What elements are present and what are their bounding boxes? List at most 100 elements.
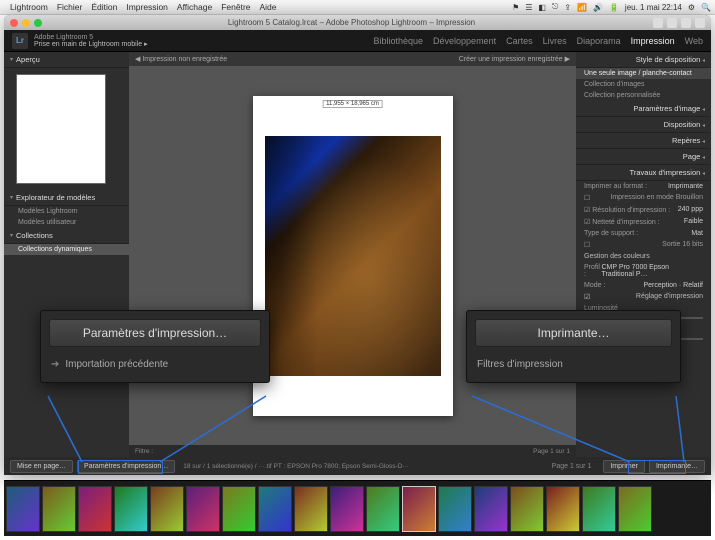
printer-button[interactable]: Imprimante… [649, 460, 705, 473]
media-row[interactable]: Type de support :Mat [576, 228, 711, 239]
module-picker: Bibliothèque Développement Cartes Livres… [373, 36, 703, 46]
filmstrip-thumb[interactable] [150, 486, 184, 532]
menu-aide[interactable]: Aide [260, 2, 277, 12]
draft-mode-check[interactable]: ☐Impression en mode Brouillon [576, 192, 711, 204]
tool-icon[interactable] [653, 18, 663, 28]
filmstrip-thumb[interactable] [186, 486, 220, 532]
rp-section[interactable]: Repères [576, 133, 711, 149]
clock[interactable]: jeu. 1 mai 22:14 [625, 3, 682, 12]
filmstrip-thumb[interactable] [618, 486, 652, 532]
center-info-bar: Filtre : Page 1 sur 1 [129, 445, 576, 457]
tool-icon[interactable] [667, 18, 677, 28]
bits-row[interactable]: ☐Sortie 16 bits [576, 239, 711, 251]
module-diaporama[interactable]: Diaporama [577, 36, 621, 46]
layout-opt[interactable]: Collection personnalisée [576, 90, 711, 101]
filmstrip-thumb[interactable] [42, 486, 76, 532]
module-bibliotheque[interactable]: Bibliothèque [373, 36, 423, 46]
menu-edition[interactable]: Édition [91, 2, 117, 12]
filmstrip-thumb[interactable] [258, 486, 292, 532]
callout-print-filters[interactable]: Filtres d'impression [475, 355, 672, 374]
create-saved-print[interactable]: Créer une impression enregistrée [459, 55, 570, 63]
filmstrip-thumb[interactable] [366, 486, 400, 532]
print-photo-cell[interactable] [265, 136, 441, 376]
lr-subtitle[interactable]: Prise en main de Lightroom mobile ▸ [34, 41, 373, 48]
callout-prev-import[interactable]: ➔ Importation précédente [49, 355, 261, 374]
tool-icon[interactable] [681, 18, 691, 28]
status-icon[interactable]: ⎋ [552, 2, 558, 12]
volume-icon[interactable]: 🔊 [593, 3, 603, 12]
layout-opt[interactable]: Une seule image / planche-contact [576, 68, 711, 79]
color-mgmt-head: Gestion des couleurs [576, 251, 711, 262]
filmstrip-thumb[interactable] [330, 486, 364, 532]
print-page[interactable]: 11,955 × 18,965 cm [253, 96, 453, 416]
profile-row[interactable]: Profil :CMP Pro 7000 Epson Traditional P… [576, 262, 711, 280]
filmstrip-thumb[interactable] [6, 486, 40, 532]
layout-opt[interactable]: Collection d'images [576, 79, 711, 90]
user-icon[interactable]: ⚙ [688, 3, 695, 12]
menu-fenetre[interactable]: Fenêtre [221, 2, 250, 12]
tool-icon[interactable] [695, 18, 705, 28]
status-icon[interactable]: ⇪ [564, 3, 571, 12]
filmstrip-thumb[interactable] [294, 486, 328, 532]
page-setup-button[interactable]: Mise en page… [10, 460, 73, 473]
templates-panel-head[interactable]: Explorateur de modèles [4, 190, 129, 206]
center-area: Impression non enregistrée Créer une imp… [129, 52, 576, 457]
wifi-icon[interactable]: 📶 [577, 3, 587, 12]
unsaved-print-label[interactable]: Impression non enregistrée [135, 55, 227, 63]
collections-panel-head[interactable]: Collections [4, 228, 129, 244]
filmstrip[interactable] [4, 480, 711, 536]
page-indicator: Page 1 sur 1 [533, 448, 570, 455]
footer-info: 18 sur / 1 sélectionné(e) / ···.tif PT :… [179, 463, 547, 470]
print-canvas[interactable]: 11,955 × 18,965 cm [129, 66, 576, 445]
module-web[interactable]: Web [685, 36, 703, 46]
sharpen-row[interactable]: ☑ Netteté d'impression :Faible [576, 216, 711, 228]
battery-icon[interactable]: 🔋 [609, 3, 619, 12]
rp-section[interactable]: Travaux d'impression [576, 165, 711, 181]
zoom-window-button[interactable] [34, 19, 42, 27]
preview-panel-head[interactable]: Aperçu [4, 52, 129, 68]
intent-row[interactable]: Mode :Perception · Relatif [576, 280, 711, 291]
module-developpement[interactable]: Développement [433, 36, 496, 46]
filmstrip-thumb[interactable] [510, 486, 544, 532]
print-settings-button[interactable]: Paramètres d'impression… [77, 460, 175, 473]
footer-page-indicator: Page 1 sur 1 [552, 463, 592, 470]
menu-impression[interactable]: Impression [126, 2, 168, 12]
module-cartes[interactable]: Cartes [506, 36, 533, 46]
status-icon[interactable]: ⚑ [512, 3, 519, 12]
filmstrip-thumb[interactable] [402, 486, 436, 532]
layout-style-head[interactable]: Style de disposition [576, 52, 711, 68]
print-adjust-head[interactable]: ☑Réglage d'impression [576, 291, 711, 303]
print-one-button[interactable]: Imprimer [603, 460, 645, 473]
rp-section[interactable]: Disposition [576, 117, 711, 133]
filmstrip-thumb[interactable] [222, 486, 256, 532]
menu-fichier[interactable]: Fichier [57, 2, 83, 12]
template-folder[interactable]: Modèles utilisateur [4, 217, 129, 228]
collection-item[interactable]: Collections dynamiques [4, 244, 129, 255]
status-icon[interactable]: ☰ [525, 3, 532, 12]
print-to-row[interactable]: Imprimer au format :Imprimante [576, 181, 711, 192]
filmstrip-thumb[interactable] [546, 486, 580, 532]
lr-logo-icon: Lr [12, 33, 28, 49]
minimize-window-button[interactable] [22, 19, 30, 27]
spotlight-icon[interactable]: 🔍 [701, 3, 711, 12]
status-icon[interactable]: ◧ [538, 3, 546, 12]
module-livres[interactable]: Livres [543, 36, 567, 46]
app-menu[interactable]: Lightroom [10, 2, 48, 12]
filmstrip-thumb[interactable] [78, 486, 112, 532]
filmstrip-thumb[interactable] [582, 486, 616, 532]
filter-label[interactable]: Filtre : [135, 448, 153, 455]
menu-affichage[interactable]: Affichage [177, 2, 212, 12]
filmstrip-thumb[interactable] [474, 486, 508, 532]
filmstrip-thumb[interactable] [114, 486, 148, 532]
close-window-button[interactable] [10, 19, 18, 27]
callout-print-settings-button[interactable]: Paramètres d'impression… [49, 319, 261, 347]
menubar-status: ⚑ ☰ ◧ ⎋ ⇪ 📶 🔊 🔋 jeu. 1 mai 22:14 ⚙ 🔍 [509, 2, 711, 12]
module-impression[interactable]: Impression [631, 36, 675, 46]
filmstrip-thumb[interactable] [438, 486, 472, 532]
template-folder[interactable]: Modèles Lightroom [4, 206, 129, 217]
right-panel: Style de disposition Une seule image / p… [576, 52, 711, 457]
rp-section[interactable]: Page [576, 149, 711, 165]
callout-printer-button[interactable]: Imprimante… [475, 319, 672, 347]
resolution-row[interactable]: ☑ Résolution d'impression :240 ppp [576, 204, 711, 216]
rp-section[interactable]: Paramètres d'image [576, 101, 711, 117]
